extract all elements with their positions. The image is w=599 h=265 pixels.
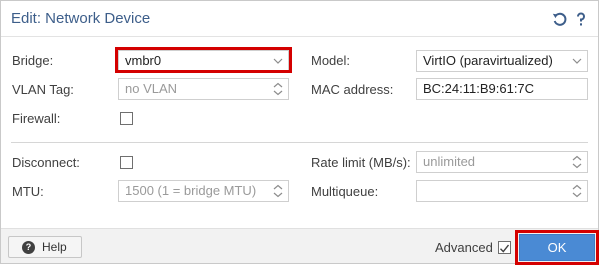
disconnect-checkbox[interactable] (120, 156, 133, 169)
mtu-placeholder: 1500 (1 = bridge MTU) (125, 183, 257, 198)
firewall-label: Firewall: (12, 111, 61, 126)
model-value: VirtIO (paravirtualized) (423, 53, 553, 68)
disconnect-label: Disconnect: (12, 155, 80, 170)
multiqueue-field[interactable] (416, 180, 588, 202)
rate-limit-field[interactable]: unlimited (416, 151, 588, 173)
mtu-label: MTU: (12, 184, 44, 199)
mac-address-value: BC:24:11:B9:61:7C (423, 81, 535, 96)
rate-limit-placeholder: unlimited (423, 154, 476, 169)
reset-icon[interactable] (552, 11, 568, 27)
vlan-tag-label: VLAN Tag: (12, 82, 74, 97)
help-tool-icon[interactable] (573, 11, 589, 27)
advanced-checkbox[interactable] (498, 241, 511, 254)
ok-button[interactable]: OK (519, 234, 595, 261)
spinner-icon[interactable] (268, 181, 288, 201)
dialog-titlebar: Edit: Network Device (1, 1, 598, 37)
advanced-label: Advanced (435, 240, 493, 255)
dialog-body: Bridge: vmbr0 VLAN Tag: no VLAN Firewall… (1, 38, 598, 228)
bridge-highlight-box (115, 47, 292, 73)
multiqueue-label: Multiqueue: (311, 184, 379, 199)
mac-address-label: MAC address: (311, 82, 394, 97)
mtu-field[interactable]: 1500 (1 = bridge MTU) (118, 180, 289, 202)
model-label: Model: (311, 53, 351, 68)
spinner-icon[interactable] (567, 152, 587, 172)
checkmark-icon (500, 244, 510, 253)
mac-address-field[interactable]: BC:24:11:B9:61:7C (416, 78, 588, 100)
model-select[interactable]: VirtIO (paravirtualized) (416, 50, 588, 72)
chevron-down-icon[interactable] (567, 51, 587, 71)
spinner-icon[interactable] (567, 181, 587, 201)
rate-limit-label: Rate limit (MB/s): (311, 155, 411, 170)
dialog-footer: ? Help Advanced OK (1, 228, 599, 265)
firewall-checkbox[interactable] (120, 112, 133, 125)
edit-network-device-dialog: Edit: Network Device Bridge: vmbr0 VLAN … (0, 0, 599, 265)
help-button[interactable]: ? Help (8, 236, 82, 258)
question-icon: ? (22, 241, 35, 254)
dialog-title: Edit: Network Device (11, 10, 151, 27)
help-button-label: Help (42, 240, 67, 254)
spinner-icon[interactable] (268, 79, 288, 99)
vlan-tag-placeholder: no VLAN (125, 81, 178, 96)
section-divider (11, 142, 588, 143)
bridge-label: Bridge: (12, 53, 54, 68)
vlan-tag-field[interactable]: no VLAN (118, 78, 289, 100)
